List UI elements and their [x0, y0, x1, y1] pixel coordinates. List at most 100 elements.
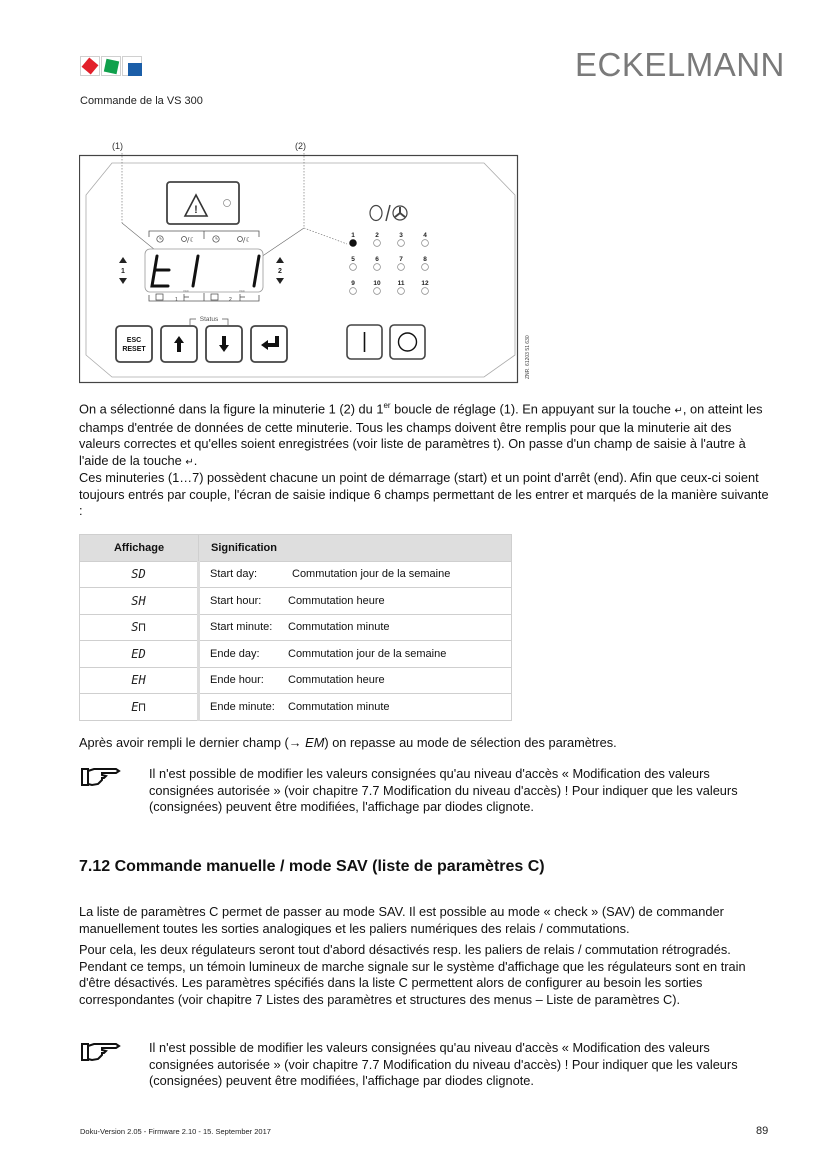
- table-row: EH Ende hour: Commutation heure: [79, 666, 512, 694]
- alarm-box: [166, 181, 240, 225]
- led-off-indicator: [373, 287, 381, 295]
- relay-led-number: 9: [351, 280, 355, 287]
- relay-fan-symbol-icon: [369, 204, 408, 222]
- figure-reference-code: ZNR. 61203 51 630: [525, 335, 531, 379]
- callout-2-leader-a: [260, 227, 305, 258]
- relay-led-number: 1: [351, 232, 355, 239]
- down-button[interactable]: [205, 325, 243, 363]
- column-header-meaning: Signification: [198, 534, 512, 562]
- side-label-2: 2: [278, 268, 282, 275]
- relay-led-11: 11: [397, 280, 405, 295]
- off-label-1: OFF: [183, 289, 189, 293]
- relay-led-7: 7: [397, 256, 405, 271]
- display-meaning-table: Affichage Signification SD Start day: Comm…: [79, 534, 512, 721]
- off-flag-icon-2: [239, 294, 245, 301]
- led-off-indicator: [397, 287, 405, 295]
- relay-led-number: 8: [423, 256, 427, 263]
- day-night-icon-2: /☾: [237, 236, 252, 244]
- off-button[interactable]: [389, 324, 426, 360]
- panel-drawing: ! /☾ /☾ 1 2 1 OFF 2 OFF Status ESC RESET…: [79, 153, 531, 384]
- note-access-level-1: Il n'est possible de modifier les valeur…: [149, 766, 738, 815]
- meaning-label: Ende hour:: [210, 674, 264, 687]
- relay-led-1: 1: [349, 232, 357, 247]
- meaning-description: Commutation jour de la semaine: [288, 647, 447, 660]
- section-heading: 7.12 Commande manuelle / mode SAV (liste…: [79, 858, 545, 875]
- relay-led-number: 11: [398, 280, 405, 287]
- controller-icon-1: [155, 293, 164, 301]
- meaning-cell: Start minute: Commutation minute: [198, 613, 512, 641]
- meaning-cell: Ende day: Commutation jour de la semaine: [198, 640, 512, 668]
- page-number: 89: [756, 1125, 769, 1137]
- down-arrow-2-icon: [276, 278, 284, 284]
- display-code: SH: [79, 587, 200, 615]
- footer-version: Doku-Version 2.05 - Firmware 2.10 - 15. …: [80, 1127, 271, 1136]
- relay-led-number: 5: [351, 256, 355, 263]
- relay-led-number: 4: [423, 232, 427, 239]
- table-row: ED Ende day: Commutation jour de la semain…: [79, 640, 512, 668]
- led-off-indicator: [349, 263, 357, 271]
- led-off-indicator: [373, 239, 381, 247]
- meaning-cell: Start hour: Commutation heure: [198, 587, 512, 615]
- controller-icon-2: [210, 293, 219, 301]
- off-label-2: OFF: [239, 289, 245, 293]
- led-on-indicator: [349, 239, 357, 247]
- table-row: S⊓ Start minute: Commutation minute: [79, 613, 512, 641]
- led-off-indicator: [397, 263, 405, 271]
- note-access-level-2: Il n'est possible de modifier les valeur…: [149, 1040, 738, 1089]
- meaning-description: Commutation heure: [288, 674, 385, 687]
- svg-text:RESET: RESET: [122, 346, 146, 353]
- paragraph-after-last-field: Après avoir rempli le dernier champ (→ E…: [79, 735, 617, 750]
- logo-blue-square: [122, 56, 142, 76]
- display-code: SD: [79, 560, 200, 588]
- return-key-icon: ↵: [185, 457, 194, 469]
- table-row: E⊓ Ende minute: Commutation minute: [79, 693, 512, 721]
- paragraph-timer-selection: On a sélectionné dans la figure la minut…: [79, 401, 763, 469]
- meaning-label: Start minute:: [210, 621, 273, 634]
- table-row: SD Start day: Commutation jour de la semai…: [79, 560, 512, 588]
- led-off-indicator: [373, 263, 381, 271]
- relay-led-number: 7: [399, 256, 403, 263]
- meaning-description: Commutation jour de la semaine: [292, 568, 451, 581]
- meaning-description: Commutation minute: [288, 700, 390, 713]
- led-off-indicator: [349, 287, 357, 295]
- up-arrow-2-icon: [276, 257, 284, 263]
- meaning-description: Commutation heure: [288, 594, 385, 607]
- paragraph-service-mode-details: Pour cela, les deux régulateurs seront t…: [79, 942, 746, 1007]
- logo-green-square: [101, 56, 121, 76]
- day-night-icon-1: /☾: [181, 236, 196, 244]
- svg-text:/☾: /☾: [243, 236, 252, 244]
- led-off-indicator: [421, 263, 429, 271]
- relay-led-10: 10: [373, 280, 381, 295]
- svg-text:ESC: ESC: [127, 337, 141, 344]
- clock-icon-1: [156, 235, 164, 243]
- meaning-label: Ende day:: [210, 647, 260, 660]
- enter-button[interactable]: [250, 325, 288, 363]
- meaning-label: Ende minute:: [210, 700, 275, 713]
- on-button[interactable]: [346, 324, 383, 360]
- relay-led-grid: 1 2 3 45 6 7 89 10 11 12: [349, 232, 429, 295]
- meaning-label: Start hour:: [210, 594, 262, 607]
- logo-red-square: [80, 56, 100, 76]
- relay-led-number: 3: [399, 232, 403, 239]
- table-header-row: Affichage Signification: [79, 534, 512, 562]
- return-key-icon: ↵: [674, 405, 683, 417]
- bottom-label-1: 1: [175, 297, 178, 303]
- warning-exclamation: !: [194, 204, 198, 216]
- relay-led-2: 2: [373, 232, 381, 247]
- off-flag-icon-1: [183, 294, 189, 301]
- pointing-hand-icon: [81, 768, 121, 787]
- up-button[interactable]: [160, 325, 198, 363]
- esc-reset-button[interactable]: ESC RESET: [115, 325, 153, 363]
- clock-icon-2: [212, 235, 220, 243]
- meaning-cell: Ende hour: Commutation heure: [198, 666, 512, 694]
- relay-led-3: 3: [397, 232, 405, 247]
- brand-name: ECKELMANN: [575, 46, 785, 83]
- led-off-indicator: [421, 287, 429, 295]
- relay-led-12: 12: [421, 280, 429, 295]
- display-code: E⊓: [79, 693, 200, 721]
- relay-led-8: 8: [421, 256, 429, 271]
- led-off-indicator: [421, 239, 429, 247]
- paragraph-service-mode-intro: La liste de paramètres C permet de passe…: [79, 904, 724, 936]
- up-arrow-1-icon: [119, 257, 127, 263]
- table-row: SH Start hour: Commutation heure: [79, 587, 512, 615]
